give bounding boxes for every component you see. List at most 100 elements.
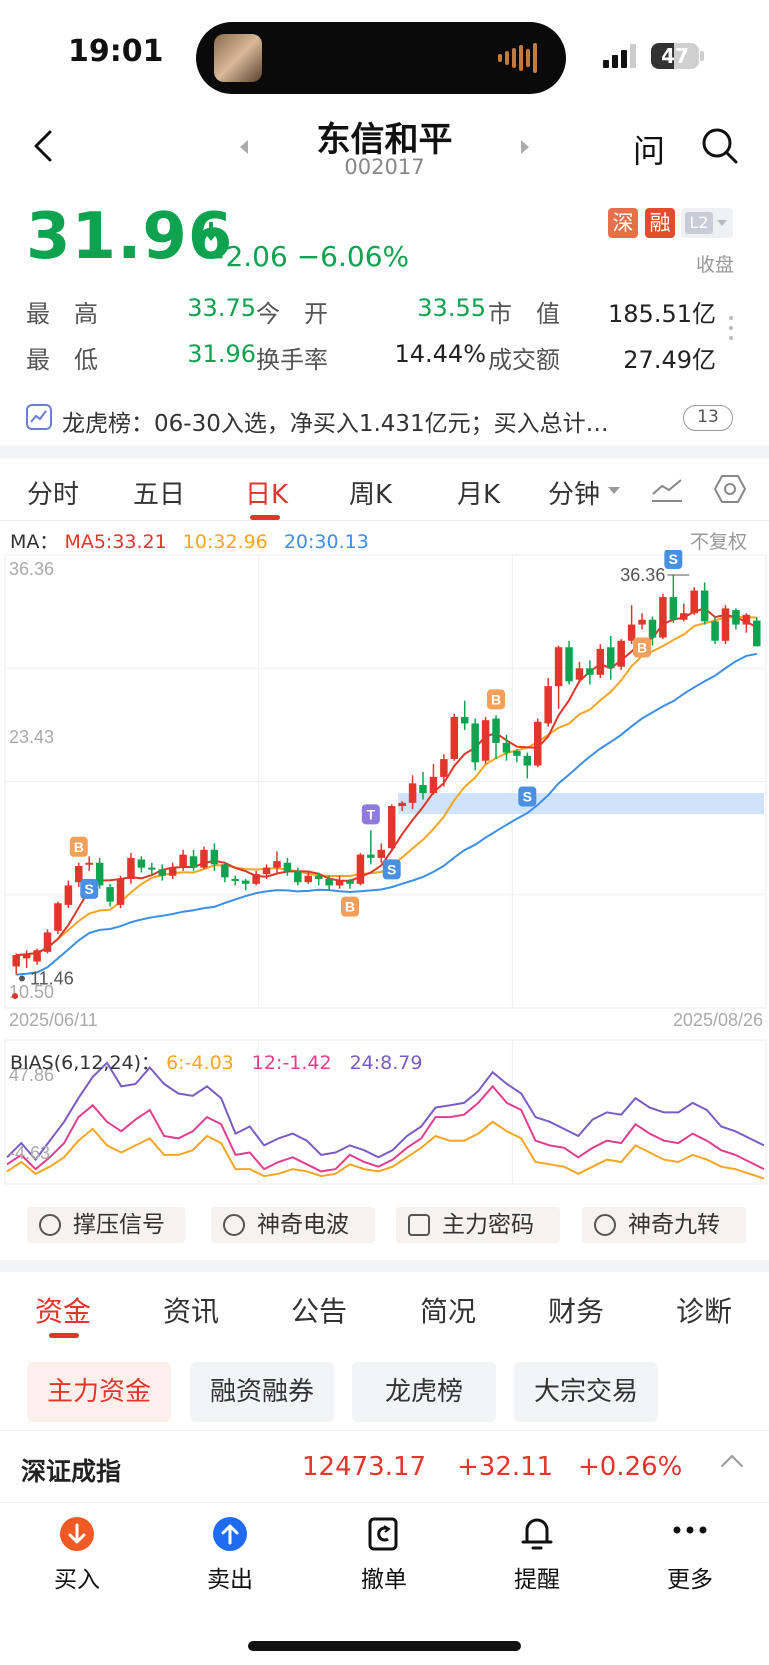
more-button[interactable]: 更多 [650,1560,730,1594]
candle-body [408,783,417,803]
buy-icon[interactable] [59,1516,95,1552]
candle-body [12,955,20,967]
candle-body [471,723,479,763]
signal-marker: S [664,550,683,569]
dragon-tiger-count[interactable]: 13 [683,405,733,431]
candle-body [314,875,323,879]
tab-profile[interactable]: 简况 [420,1290,476,1330]
index-name: 深证成指 [21,1457,122,1486]
drawing-tool-icon[interactable] [650,476,684,504]
tab-announcements[interactable]: 公告 [291,1290,347,1330]
search-icon[interactable] [700,126,740,166]
price-change: −2.06 −6.06% [202,240,410,273]
magic-nine-button[interactable]: 神奇九转 [582,1207,746,1243]
pill-dragon-tiger[interactable]: 龙虎榜 [352,1362,496,1422]
tab-monthly-k[interactable]: 月K [457,474,500,511]
tab-funds[interactable]: 资金 [35,1290,91,1330]
margin-badge: 融 [645,208,675,238]
candle-body [669,597,678,620]
ask-button[interactable]: 问 [633,126,665,172]
cellular-signal-icon [603,42,641,68]
candle [523,752,532,779]
dragon-tiger-summary[interactable]: 龙虎榜：06-30入选，净买入1.431亿元；买入总计… [62,404,609,438]
low-marker-dot [19,975,25,982]
market-badge: 深 [608,208,638,238]
cancel-order-button[interactable]: 撤单 [344,1560,424,1594]
candle [12,953,20,975]
pill-main-funds[interactable]: 主力资金 [27,1362,171,1422]
candle-body [481,720,490,761]
candle-body [335,880,344,886]
tab-five-day[interactable]: 五日 [133,474,185,511]
stat-turnover: 14.44% [394,340,486,368]
candle-body [460,716,469,724]
tab-diagnosis[interactable]: 诊断 [676,1290,732,1330]
candle [168,862,177,879]
candle [429,763,438,795]
signal-label: S [85,881,94,897]
bias-y-min-label: -4.63 [9,1143,50,1163]
pill-block-trade[interactable]: 大宗交易 [514,1362,658,1422]
signal-marker: S [382,859,401,880]
next-stock-icon[interactable] [521,140,529,154]
candle [513,749,521,763]
candle [85,856,93,871]
magic-wave-button[interactable]: 神奇电波 [211,1207,375,1243]
bell-icon[interactable] [519,1514,555,1552]
candle-body [596,648,605,675]
candle [533,718,542,768]
candle [481,716,490,764]
candle [700,582,709,625]
sell-icon[interactable] [212,1516,248,1552]
buy-button[interactable]: 买入 [37,1560,117,1594]
candle [471,718,479,771]
home-indicator [248,1641,521,1651]
more-stats-icon[interactable] [729,316,733,346]
stat-label: 今 开 [256,300,328,328]
sell-button[interactable]: 卖出 [190,1560,270,1594]
signal-label: S [387,861,396,877]
tab-daily-k[interactable]: 日K [245,474,288,511]
candle-body [106,887,114,902]
candle-body [43,932,52,952]
candle [387,804,396,852]
candle-body [210,849,219,865]
pill-margin-trading[interactable]: 融资融券 [190,1362,334,1422]
candle [638,613,646,630]
settings-icon[interactable] [713,472,747,506]
bias24-value: 24:8.79 [349,1052,423,1074]
candlestick-chart[interactable]: BSTSBBSBS36.3623.4310.502025/06/11 2025/0… [0,550,769,1190]
candle [158,864,166,881]
ma20-line [16,652,757,976]
candle-body [221,864,229,878]
chevron-down-icon [608,487,620,494]
candle-body [33,950,41,962]
candle-body [502,742,511,753]
bias-legend[interactable]: BIAS(6,12,24)： 6:-4.03 12:-1.42 24:8.79 [10,1048,422,1075]
signal-label: B [491,691,501,707]
candle-body [700,590,709,622]
cancel-order-icon[interactable] [366,1516,402,1552]
candle-body [440,759,448,777]
candle [659,593,667,640]
more-icon[interactable] [672,1524,708,1536]
lock-icon [408,1214,430,1236]
tab-intraday[interactable]: 分时 [27,474,79,511]
tab-minute[interactable]: 分钟 [548,474,600,511]
level2-badge[interactable]: L2 [681,208,733,238]
support-resistance-button[interactable]: 撑压信号 [27,1207,185,1243]
candle-body [732,609,740,625]
candle [33,948,41,965]
alert-button[interactable]: 提醒 [497,1560,577,1594]
candle-body [586,668,594,675]
chevron-down-icon [717,220,727,226]
tab-weekly-k[interactable]: 周K [349,474,392,511]
down-arrow-icon [203,222,219,241]
candle [377,843,386,863]
tab-finance[interactable]: 财务 [548,1290,604,1330]
battery-level: 47 [661,44,689,68]
candle-body [356,854,365,884]
main-force-code-button[interactable]: 主力密码 [396,1207,560,1243]
tab-news[interactable]: 资讯 [163,1290,219,1330]
candle [231,875,240,886]
